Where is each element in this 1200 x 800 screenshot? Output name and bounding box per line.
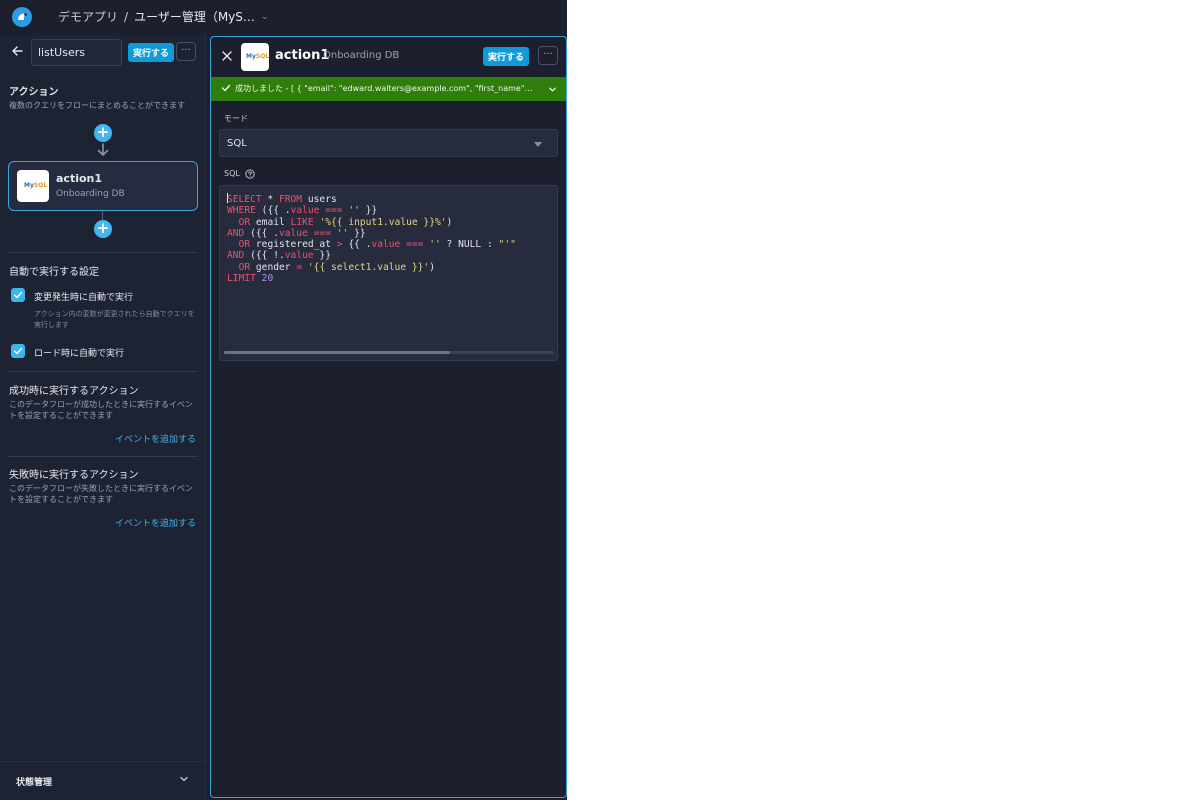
run-action-button[interactable]: 実行する xyxy=(483,47,530,66)
action-editor-header: MySQL action1 Onboarding DB 実行する ··· xyxy=(211,37,566,77)
breadcrumb-page[interactable]: ユーザー管理（MyS… xyxy=(134,8,255,25)
auto-on-change-checkbox[interactable] xyxy=(11,288,25,302)
check-icon xyxy=(13,347,23,355)
mysql-logo: MySQL xyxy=(241,43,269,71)
breadcrumb-app[interactable]: デモアプリ xyxy=(58,8,118,25)
add-success-event-link[interactable]: イベントを追加する xyxy=(115,432,196,445)
left-panel-header: 実行する ··· xyxy=(0,34,206,72)
action-card[interactable]: MySQL action1 Onboarding DB xyxy=(8,161,198,211)
query-name-input[interactable] xyxy=(31,39,122,66)
breadcrumb: デモアプリ / ユーザー管理（MyS… ⌄ xyxy=(58,8,268,25)
state-management-section[interactable]: 状態管理 xyxy=(0,761,206,800)
left-panel: 実行する ··· アクション 複数のクエリをフローにまとめることができます + … xyxy=(0,34,206,800)
sql-label: SQL xyxy=(224,169,240,178)
add-action-bottom-button[interactable]: + xyxy=(94,220,112,238)
action-card-subtitle: Onboarding DB xyxy=(56,189,125,199)
scrollbar-thumb[interactable] xyxy=(224,351,450,354)
auto-on-load-checkbox[interactable] xyxy=(11,344,25,358)
action-title: action1 xyxy=(275,48,330,63)
divider xyxy=(8,456,198,457)
plus-icon: + xyxy=(96,123,110,141)
mode-label: モード xyxy=(224,114,248,123)
arrow-down-icon xyxy=(97,143,109,156)
logo-icon[interactable] xyxy=(11,6,33,28)
on-failure-title: 失敗時に実行するアクション xyxy=(9,470,139,481)
state-management-title: 状態管理 xyxy=(16,778,53,788)
actions-description: 複数のクエリをフローにまとめることができます xyxy=(9,101,185,110)
success-message: 成功しました - [ { "email": "edward.walters@ex… xyxy=(235,84,533,93)
chevron-down-icon[interactable]: ⌄ xyxy=(261,12,269,22)
success-result-bar[interactable]: 成功しました - [ { "email": "edward.walters@ex… xyxy=(211,77,566,101)
chevron-down-icon xyxy=(180,776,188,782)
auto-on-change-label[interactable]: 変更発生時に自動で実行 xyxy=(34,290,133,303)
action-datasource: Onboarding DB xyxy=(323,50,400,61)
auto-run-title: 自動で実行する設定 xyxy=(9,267,99,278)
sql-editor[interactable]: SELECT * FROM users WHERE ({{ .value ===… xyxy=(219,185,558,361)
breadcrumb-separator: / xyxy=(124,9,129,24)
mode-select[interactable]: SQL xyxy=(219,129,558,157)
on-failure-description: このデータフローが失敗したときに実行するイベントを設定することができます xyxy=(9,484,193,504)
add-failure-event-link[interactable]: イベントを追加する xyxy=(115,516,196,529)
plus-icon: + xyxy=(96,219,110,237)
divider xyxy=(8,371,198,372)
help-icon[interactable] xyxy=(245,169,255,179)
app-window: デモアプリ / ユーザー管理（MyS… ⌄ 実行する ··· アクション 複数の… xyxy=(0,0,567,800)
ellipsis-icon: ··· xyxy=(181,45,191,56)
more-options-button[interactable]: ··· xyxy=(538,46,558,65)
add-action-top-button[interactable]: + xyxy=(94,124,112,142)
mode-value: SQL xyxy=(227,138,247,149)
close-icon[interactable] xyxy=(222,51,232,61)
sql-code: SELECT * FROM users WHERE ({{ .value ===… xyxy=(227,193,516,285)
check-icon xyxy=(221,84,231,92)
mysql-logo: MySQL xyxy=(17,170,49,202)
more-options-button[interactable]: ··· xyxy=(176,42,196,61)
chevron-down-icon[interactable] xyxy=(548,85,557,94)
check-icon xyxy=(13,291,23,299)
caret-down-icon xyxy=(534,142,542,147)
top-bar: デモアプリ / ユーザー管理（MyS… ⌄ xyxy=(0,0,567,32)
divider xyxy=(8,252,198,253)
auto-on-load-label[interactable]: ロード時に自動で実行 xyxy=(34,346,124,359)
ellipsis-icon: ··· xyxy=(543,49,553,60)
action-editor-panel: MySQL action1 Onboarding DB 実行する ··· 成功し… xyxy=(210,36,567,798)
action-card-title: action1 xyxy=(56,172,103,185)
on-success-title: 成功時に実行するアクション xyxy=(9,386,139,397)
run-button[interactable]: 実行する xyxy=(128,43,175,62)
on-success-description: このデータフローが成功したときに実行するイベントを設定することができます xyxy=(9,400,193,420)
back-arrow-icon[interactable] xyxy=(10,44,24,58)
auto-on-change-description: アクション内の変数が変更されたら自動でクエリを実行します xyxy=(34,310,195,329)
actions-title: アクション xyxy=(9,87,59,98)
horizontal-scrollbar[interactable] xyxy=(224,351,554,354)
